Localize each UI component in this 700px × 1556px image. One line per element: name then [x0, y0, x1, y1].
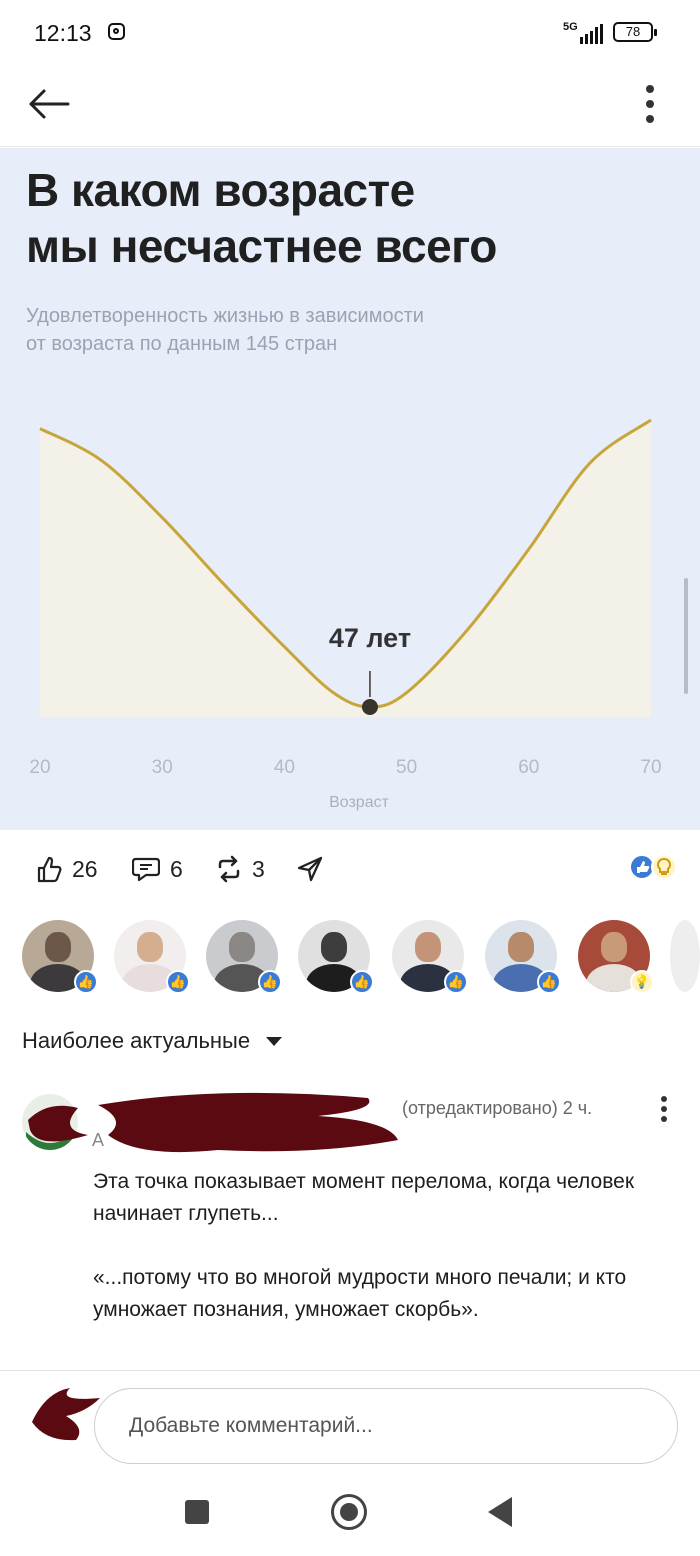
- arrow-left-icon: [29, 89, 70, 119]
- system-nav-bar: [0, 1474, 700, 1556]
- reactor-avatar[interactable]: [670, 920, 700, 992]
- comment-count: 6: [170, 855, 183, 882]
- age-happiness-chart: 47 лет 20 30 40 50 60 70 Возраст: [29, 418, 662, 811]
- send-button[interactable]: [296, 854, 324, 884]
- reactors-row: 👍 👍 👍 👍 👍 👍 💡: [0, 916, 700, 998]
- comment-more-button[interactable]: [654, 1094, 674, 1124]
- signal-strength-icon: [580, 24, 603, 44]
- home-button[interactable]: [331, 1494, 367, 1530]
- more-vertical-icon: [646, 85, 654, 123]
- post-actions: 26 6 3: [0, 838, 700, 900]
- instagram-notification-icon: [108, 23, 125, 40]
- annotation-point: [361, 699, 378, 715]
- thumbs-up-icon: [37, 856, 62, 883]
- like-badge-icon: 👍: [74, 970, 98, 994]
- x-tick-label: 50: [396, 757, 417, 778]
- comment: A (отредактировано) 2 ч. Эта точка показ…: [0, 1080, 700, 1360]
- more-vertical-icon: [661, 1096, 667, 1122]
- like-button[interactable]: 26: [36, 854, 98, 884]
- like-count: 26: [72, 855, 98, 882]
- redaction-scribble: [28, 1092, 398, 1153]
- repost-icon: [218, 855, 240, 883]
- caret-down-icon: [266, 1036, 283, 1046]
- status-bar: 12:13 5G 78: [0, 0, 700, 66]
- x-tick-label: 60: [518, 757, 539, 778]
- comment-paragraph: Эта точка показывает момент перелома, ко…: [93, 1170, 635, 1225]
- status-time: 12:13: [34, 20, 92, 46]
- recent-apps-button[interactable]: [185, 1500, 209, 1524]
- network-type: 5G: [563, 21, 578, 33]
- reaction-summary[interactable]: [628, 852, 682, 882]
- top-app-bar: [0, 66, 700, 147]
- like-badge-icon: 👍: [537, 970, 561, 994]
- comment-button[interactable]: 6: [132, 854, 183, 884]
- post-image[interactable]: В каком возрасте мы несчастнее всего Удо…: [0, 148, 700, 830]
- comment-paragraph: «...потому что во многой мудрости много …: [93, 1266, 627, 1321]
- comment-bubble-icon: [132, 857, 160, 882]
- comment-sort-dropdown[interactable]: Наиболее актуальные: [22, 1028, 283, 1054]
- divider: [0, 1370, 700, 1371]
- current-user-avatar[interactable]: [26, 1382, 102, 1448]
- more-options-button[interactable]: [632, 84, 668, 124]
- like-badge-icon: 👍: [166, 970, 190, 994]
- send-icon: [297, 856, 323, 882]
- system-back-button[interactable]: [488, 1497, 512, 1527]
- x-tick-label: 40: [274, 757, 295, 778]
- repost-count: 3: [252, 855, 265, 882]
- like-badge-icon: 👍: [350, 970, 374, 994]
- annotation-label: 47 лет: [329, 623, 411, 653]
- like-badge-icon: 👍: [444, 970, 468, 994]
- x-tick-label: 20: [29, 757, 50, 778]
- comment-input[interactable]: Добавьте комментарий...: [94, 1388, 678, 1464]
- sort-label: Наиболее актуальные: [22, 1028, 251, 1053]
- comment-body: Эта точка показывает момент перелома, ко…: [93, 1166, 683, 1326]
- insightful-badge-icon: 💡: [630, 970, 654, 994]
- chart-area-fill: [40, 420, 651, 717]
- x-tick-label: 70: [640, 757, 661, 778]
- back-button[interactable]: [26, 84, 72, 124]
- scrollbar-thumb[interactable]: [684, 578, 688, 694]
- x-axis-label: Возраст: [329, 794, 390, 811]
- x-tick-label: 30: [152, 757, 173, 778]
- battery-indicator: 78: [613, 22, 657, 42]
- comment-meta: (отредактировано) 2 ч.: [402, 1098, 593, 1118]
- like-badge-icon: 👍: [258, 970, 282, 994]
- repost-button[interactable]: 3: [216, 854, 265, 884]
